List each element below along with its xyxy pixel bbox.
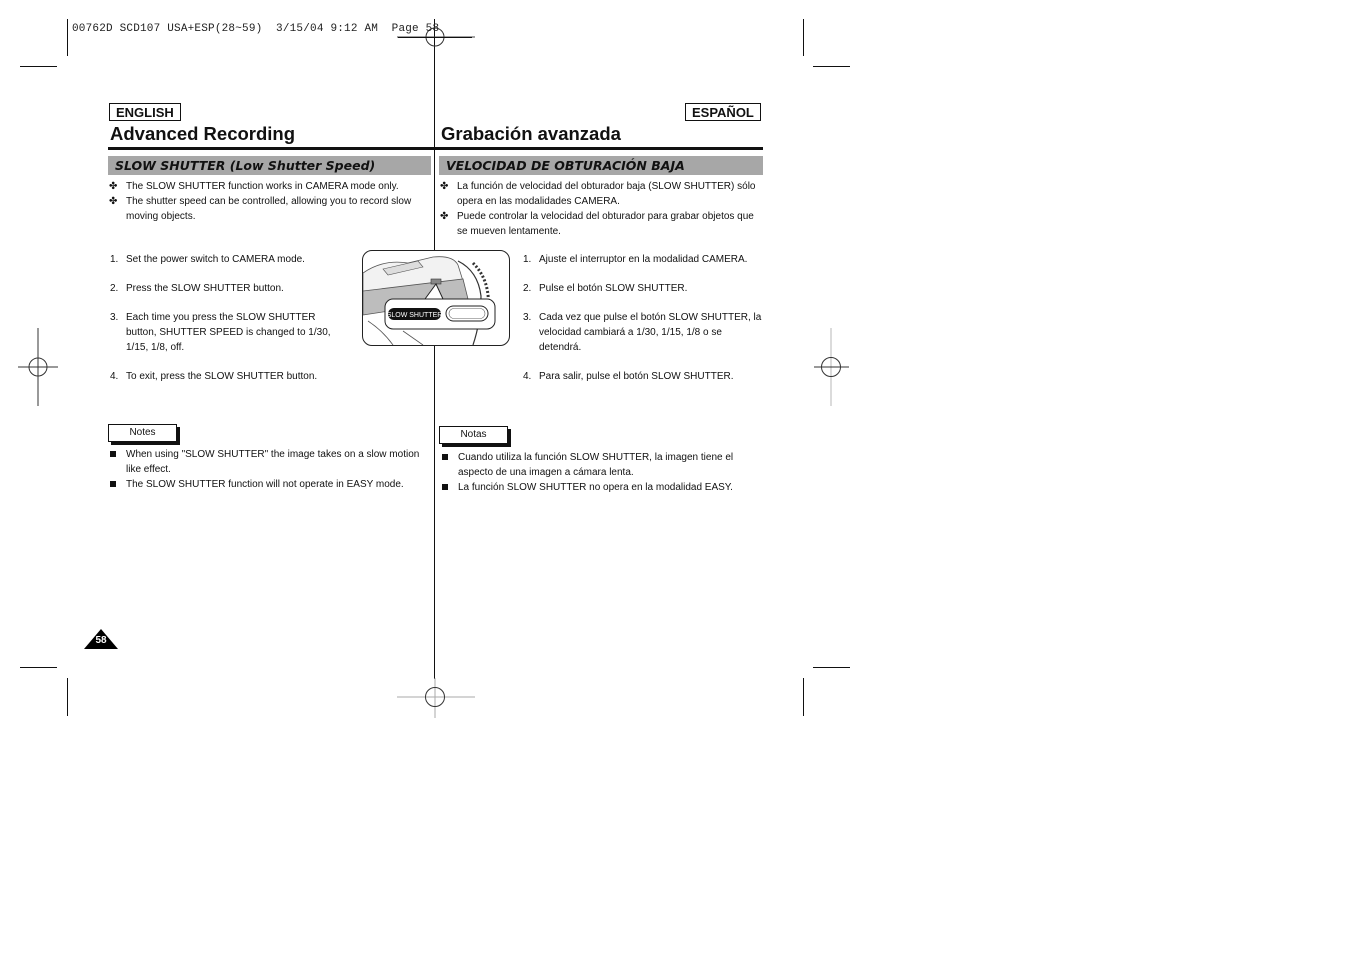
notes-list-spanish: Cuando utiliza la función SLOW SHUTTER, … xyxy=(441,450,763,495)
bullet-icon: ✤ xyxy=(109,181,118,192)
page-number: 58 xyxy=(95,635,107,646)
intro-bullets-spanish: ✤ La función de velocidad del obturador b… xyxy=(440,179,764,239)
square-bullet-icon xyxy=(110,451,116,457)
camcorder-illustration: SLOW SHUTTER xyxy=(362,250,510,346)
step-item: 4. Para salir, pulse el botón SLOW SHUTTE… xyxy=(523,371,734,382)
steps-spanish: 1. Ajuste el interruptor en la modalidad … xyxy=(523,252,763,384)
step-item: 1. Set the power switch to CAMERA mode. xyxy=(110,254,305,265)
intro-bullets-english: ✤ The SLOW SHUTTER function works in CAME… xyxy=(109,179,427,224)
list-item: When using "SLOW SHUTTER" the image take… xyxy=(109,447,431,477)
list-item: La función SLOW SHUTTER no opera en la m… xyxy=(441,480,763,495)
list-item: ✤ Puede controlar la velocidad del obtura… xyxy=(440,211,754,237)
page-title-spanish: Grabación avanzada xyxy=(441,123,621,144)
steps-english: 1. Set the power switch to CAMERA mode. 2… xyxy=(110,252,342,384)
list-item: Cuando utiliza la función SLOW SHUTTER, … xyxy=(441,450,763,480)
section-header-english: SLOW SHUTTER (Low Shutter Speed) xyxy=(108,156,431,175)
bullet-icon: ✤ xyxy=(440,181,449,192)
language-tag-english: ENGLISH xyxy=(109,103,181,121)
language-tag-spanish: ESPAÑOL xyxy=(685,103,761,121)
notes-label-spanish: Notas xyxy=(439,426,508,444)
crop-mark-bottom-right-horizontal xyxy=(813,667,850,668)
print-slug: 00762D SCD107 USA+ESP(28~59) 3/15/04 9:1… xyxy=(72,23,440,35)
registration-mark-right-icon xyxy=(814,328,849,406)
section-header-spanish: VELOCIDAD DE OBTURACIÓN BAJA xyxy=(439,156,763,175)
slug-underline xyxy=(398,37,472,38)
title-rule xyxy=(108,147,763,150)
list-item: The SLOW SHUTTER function will not opera… xyxy=(109,477,431,492)
crop-mark-bottom-left-vertical xyxy=(67,678,68,716)
registration-mark-left-icon xyxy=(18,328,58,406)
bullet-icon: ✤ xyxy=(440,211,449,222)
step-item: 2. Pulse el botón SLOW SHUTTER. xyxy=(523,283,688,294)
crop-mark-top-right-horizontal xyxy=(813,66,850,67)
step-item: 1. Ajuste el interruptor en la modalidad … xyxy=(523,254,748,265)
list-item: ✤ The SLOW SHUTTER function works in CAME… xyxy=(109,181,399,192)
list-item: ✤ The shutter speed can be controlled, al… xyxy=(109,196,412,222)
square-bullet-icon xyxy=(110,481,116,487)
crop-mark-bottom-left-horizontal xyxy=(20,667,57,668)
center-fold-line xyxy=(434,19,435,679)
section-title-english: SLOW SHUTTER (Low Shutter Speed) xyxy=(115,158,376,173)
step-item: 4. To exit, press the SLOW SHUTTER button… xyxy=(110,371,318,382)
crop-mark-bottom-right-vertical xyxy=(803,678,804,716)
bullet-icon: ✤ xyxy=(109,196,118,207)
square-bullet-icon xyxy=(442,484,448,490)
step-item: 3. Each time you press the SLOW SHUTTER b… xyxy=(110,312,331,353)
page-title-english: Advanced Recording xyxy=(110,123,296,144)
notes-list-english: When using "SLOW SHUTTER" the image take… xyxy=(109,447,431,492)
square-bullet-icon xyxy=(442,454,448,460)
crop-mark-top-right-vertical xyxy=(803,19,804,56)
camcorder-drawing-icon: SLOW SHUTTER xyxy=(363,256,496,345)
step-item: 2. Press the SLOW SHUTTER button. xyxy=(110,283,284,294)
crop-mark-top-left-horizontal xyxy=(20,66,57,67)
crop-mark-top-left-vertical xyxy=(67,19,68,56)
section-title-spanish: VELOCIDAD DE OBTURACIÓN BAJA xyxy=(446,158,685,173)
registration-mark-bottom-icon xyxy=(397,678,475,718)
step-item: 3. Cada vez que pulse el botón SLOW SHUTT… xyxy=(523,312,762,353)
slow-shutter-button-label: SLOW SHUTTER xyxy=(387,312,443,319)
list-item: ✤ La función de velocidad del obturador b… xyxy=(440,181,756,207)
notes-label-english: Notes xyxy=(108,424,177,442)
